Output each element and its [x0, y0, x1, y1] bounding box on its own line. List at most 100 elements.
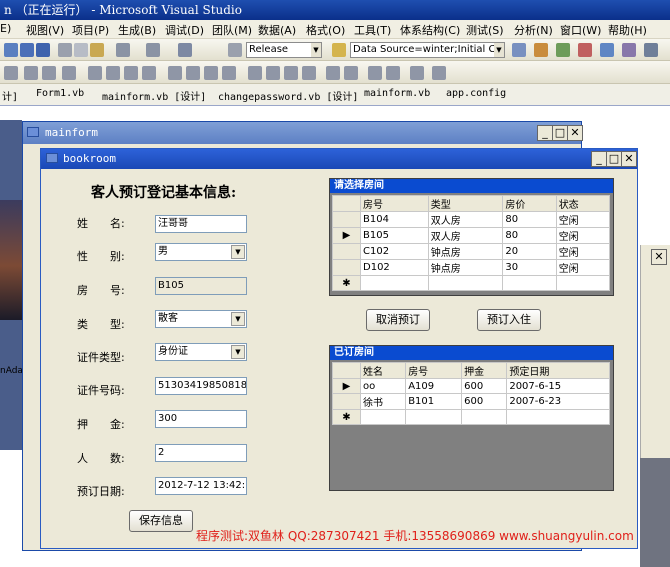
table-cell[interactable]: A109 [405, 378, 463, 394]
new-row-asterisk-icon[interactable]: ✱ [332, 275, 361, 291]
center-horizontal-icon[interactable] [326, 66, 340, 80]
table-cell[interactable]: 80 [502, 211, 557, 228]
gender-select[interactable]: 男 ▼ [155, 243, 247, 261]
table-cell[interactable]: B104 [360, 211, 429, 228]
table-cell[interactable] [405, 409, 463, 425]
table-row[interactable]: 徐书 B101 600 2007-6-23 [332, 393, 610, 410]
type-select[interactable]: 散客 ▼ [155, 310, 247, 328]
center-vertical-icon[interactable] [344, 66, 358, 80]
bring-to-front-icon[interactable] [368, 66, 382, 80]
table-cell[interactable] [360, 275, 429, 291]
table-row[interactable]: ▶ oo A109 600 2007-6-15 [332, 378, 610, 394]
date-picker[interactable]: 2012-7-12 13:42:18 [155, 477, 247, 495]
tab-order-icon[interactable] [410, 66, 424, 80]
minimize-button[interactable]: _ [591, 151, 607, 167]
column-header[interactable]: 房号 [405, 362, 463, 379]
menu-help[interactable]: 帮助(H) [608, 22, 647, 38]
id-number-input[interactable]: 513034198508189341 [155, 377, 247, 395]
table-cell[interactable] [502, 275, 557, 291]
start-debug-icon[interactable] [228, 43, 242, 57]
menu-analyze[interactable]: 分析(N) [514, 22, 553, 38]
menu-project[interactable]: 项目(P) [72, 22, 109, 38]
same-height-icon[interactable] [106, 66, 120, 80]
cancel-booking-button[interactable]: 取消预订 [366, 309, 430, 331]
table-cell[interactable]: oo [359, 378, 407, 394]
start-page-icon[interactable] [600, 43, 614, 57]
column-header[interactable]: 房号 [360, 195, 429, 212]
hspace-increase-icon[interactable] [186, 66, 200, 80]
table-cell[interactable]: 空闲 [555, 259, 611, 276]
object-browser-icon[interactable] [556, 43, 570, 57]
vspace-increase-icon[interactable] [266, 66, 280, 80]
table-cell[interactable] [461, 409, 508, 425]
table-cell[interactable]: 600 [461, 393, 508, 410]
menu-data[interactable]: 数据(A) [258, 22, 296, 38]
menu-window[interactable]: 窗口(W) [560, 22, 601, 38]
table-cell[interactable]: 空闲 [555, 227, 611, 244]
table-row[interactable]: B104 双人房 80 空闲 [332, 211, 611, 228]
column-header[interactable]: 状态 [555, 195, 611, 212]
undo-icon[interactable] [116, 43, 130, 57]
table-cell[interactable]: B101 [405, 393, 463, 410]
align-top-icon[interactable] [62, 66, 76, 80]
table-cell[interactable] [427, 275, 504, 291]
current-row-arrow-icon[interactable]: ▶ [332, 227, 361, 244]
row-header[interactable] [332, 211, 361, 228]
row-header[interactable] [332, 259, 361, 276]
vspace-decrease-icon[interactable] [284, 66, 298, 80]
maximize-button[interactable]: □ [606, 151, 622, 167]
chevron-down-icon[interactable]: ▼ [231, 245, 245, 259]
table-cell[interactable]: 双人房 [427, 227, 504, 244]
table-cell[interactable]: 20 [502, 243, 557, 260]
extension-icon[interactable] [622, 43, 636, 57]
chevron-down-icon[interactable]: ▼ [231, 345, 245, 359]
table-cell[interactable]: 30 [502, 259, 557, 276]
table-cell[interactable]: 2007-6-15 [506, 378, 610, 394]
column-header[interactable]: 预定日期 [506, 362, 610, 379]
menu-tools[interactable]: 工具(T) [354, 22, 391, 38]
redo-icon[interactable] [146, 43, 160, 57]
grid-icon[interactable] [142, 66, 156, 80]
column-header[interactable]: 押金 [461, 362, 508, 379]
people-input[interactable]: 2 [155, 444, 247, 462]
chevron-down-icon[interactable]: ▼ [231, 312, 245, 326]
table-cell[interactable]: 徐书 [359, 393, 407, 410]
table-cell[interactable]: B105 [360, 227, 429, 244]
menu-architecture[interactable]: 体系结构(C) [400, 22, 460, 38]
table-cell[interactable]: C102 [360, 243, 429, 260]
table-cell[interactable]: 钟点房 [427, 259, 504, 276]
vspace-icon[interactable] [248, 66, 262, 80]
table-row[interactable]: ▶ B105 双人房 80 空闲 [332, 227, 611, 244]
current-row-arrow-icon[interactable]: ▶ [332, 378, 361, 394]
table-cell[interactable] [506, 409, 610, 425]
new-row-asterisk-icon[interactable]: ✱ [332, 409, 361, 425]
tab-app-config[interactable]: app.config [446, 88, 506, 99]
align-left-icon[interactable] [4, 66, 18, 80]
table-cell[interactable]: 空闲 [555, 243, 611, 260]
solution-explorer-icon[interactable] [512, 43, 526, 57]
save-icon[interactable] [20, 43, 34, 57]
table-cell[interactable]: 80 [502, 227, 557, 244]
table-cell[interactable]: 空闲 [555, 211, 611, 228]
align-center-icon[interactable] [24, 66, 38, 80]
table-row[interactable]: D102 钟点房 30 空闲 [332, 259, 611, 276]
hspace-decrease-icon[interactable] [204, 66, 218, 80]
lock-controls-icon[interactable] [432, 66, 446, 80]
row-header[interactable] [332, 393, 361, 410]
column-header[interactable]: 姓名 [359, 362, 407, 379]
window-icon[interactable] [644, 43, 658, 57]
toolbox-icon[interactable] [578, 43, 592, 57]
datasource-select[interactable]: Data Source=winter;Initial C ▼ [350, 42, 505, 58]
menu-debug[interactable]: 调试(D) [165, 22, 204, 38]
table-cell[interactable]: D102 [360, 259, 429, 276]
menu-build[interactable]: 生成(B) [118, 22, 156, 38]
name-input[interactable]: 汪哥哥 [155, 215, 247, 233]
background-close-icon[interactable]: ✕ [651, 249, 667, 265]
table-row[interactable]: C102 钟点房 20 空闲 [332, 243, 611, 260]
hspace-remove-icon[interactable] [222, 66, 236, 80]
table-cell[interactable]: 双人房 [427, 211, 504, 228]
save-button[interactable]: 保存信息 [129, 510, 193, 532]
new-row[interactable]: ✱ [332, 409, 610, 425]
vspace-remove-icon[interactable] [302, 66, 316, 80]
column-header[interactable]: 房价 [502, 195, 557, 212]
